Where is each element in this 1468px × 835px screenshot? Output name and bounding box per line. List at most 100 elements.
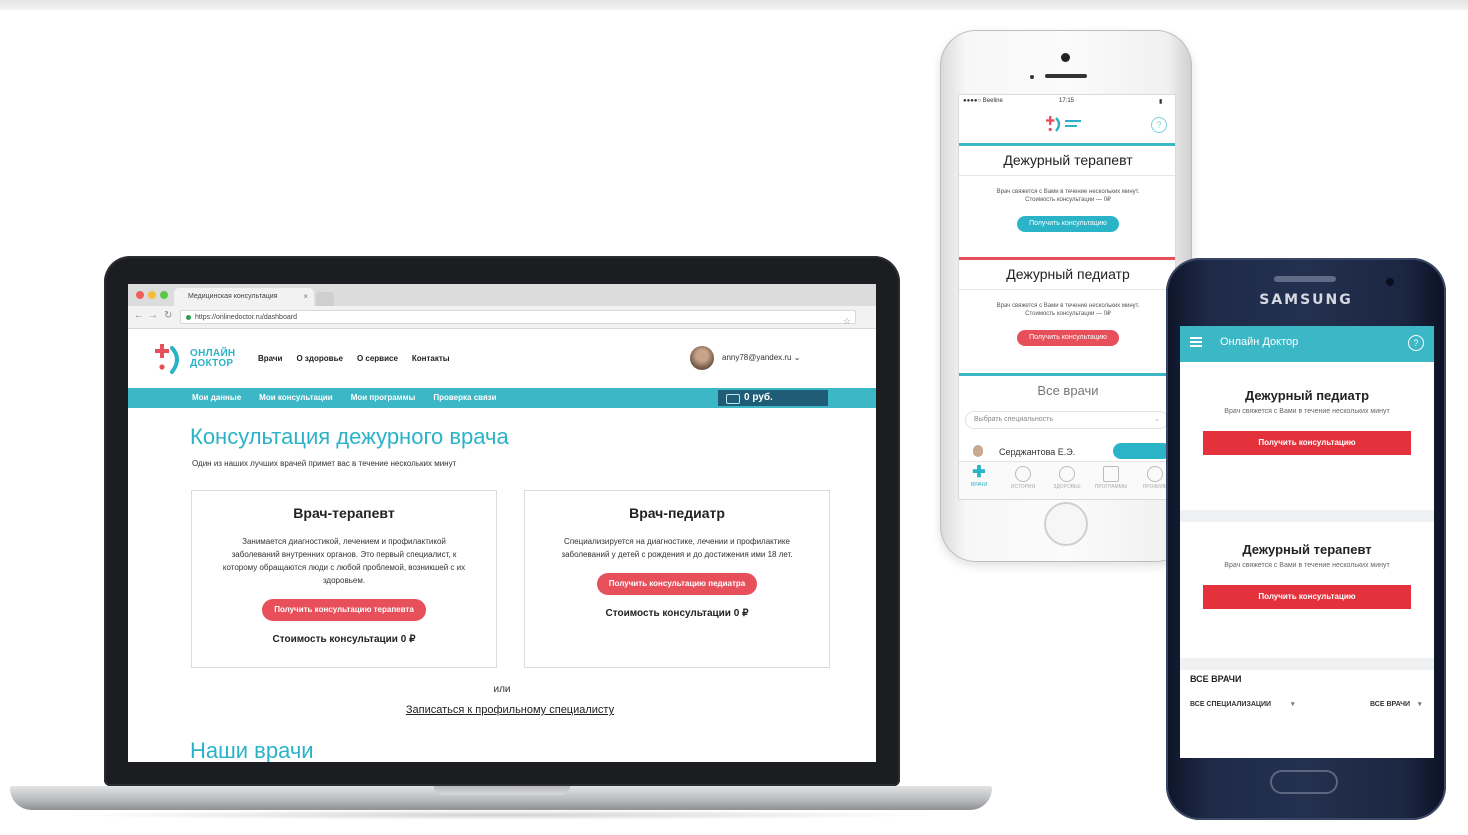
samsung-screen: Онлайн Доктор ? Дежурный педиатр Врач св… (1180, 326, 1434, 758)
earpiece-speaker (1274, 276, 1336, 282)
logo-cross-icon[interactable] (154, 342, 186, 376)
front-camera (1061, 53, 1070, 62)
user-email: anny78@yandex.ru (722, 353, 792, 362)
secure-lock-icon (186, 315, 191, 320)
divider (1180, 510, 1434, 522)
app-logo-icon (1046, 116, 1081, 132)
subnav-my-programs[interactable]: Мои программы (351, 393, 416, 402)
home-button[interactable] (1270, 770, 1338, 794)
card-title: Дежурный терапевт (1242, 542, 1372, 557)
specialty-filter[interactable]: ВСЕ СПЕЦИАЛИЗАЦИИ ▾ (1190, 700, 1295, 708)
main-nav: Врачи О здоровье О сервисе Контакты (258, 354, 450, 363)
subnav-my-consultations[interactable]: Мои консультации (259, 393, 333, 402)
bookmark-star-icon[interactable]: ☆ (843, 314, 851, 328)
tab-doctors[interactable]: ✚ ВРАЧИ (959, 464, 999, 489)
logo-text[interactable]: ОНЛАЙН ДОКТОР (190, 349, 235, 369)
user-menu[interactable]: anny78@yandex.ru ⌄ (722, 353, 800, 362)
page-subtitle: Один из наших лучших врачей примет вас в… (192, 459, 457, 468)
samsung-therapist-card: Дежурный терапевт Врач свяжется с Вами в… (1180, 524, 1434, 654)
doctor-avatar (973, 445, 983, 457)
doctors-filter[interactable]: ВСЕ ВРАЧИ ▾ (1370, 700, 1422, 708)
card-price: Стоимость консультации 0 ₽ (272, 634, 416, 645)
get-therapist-consultation-button[interactable]: Получить консультацию терапевта (262, 599, 426, 621)
help-icon[interactable]: ? (1408, 335, 1424, 351)
earpiece-speaker (1045, 74, 1087, 78)
account-subnav: Мои данные Мои консультации Мои программ… (128, 388, 876, 408)
subnav-my-data[interactable]: Мои данные (192, 393, 241, 402)
chevron-down-icon: ⌄ (1154, 416, 1160, 423)
tab-label: ПРОГРАММЫ (1094, 484, 1128, 490)
tab-label: ВРАЧИ (970, 482, 988, 488)
iphone-pediatrician-button[interactable]: Получить консультацию (1017, 330, 1119, 346)
doctor-name: Серджантова Е.Э. (999, 447, 1076, 457)
site-header: ОНЛАЙН ДОКТОР Врачи О здоровье О сервисе… (128, 328, 876, 388)
iphone-therapist-button[interactable]: Получить консультацию (1017, 216, 1119, 232)
iphone-screen: ●●●●○ Beeline 17:15 ▮ ? Дежурный терапев… (958, 94, 1176, 500)
avatar[interactable] (690, 346, 714, 370)
divider (1180, 658, 1434, 670)
balance-value: 0 руб. (744, 392, 773, 403)
battery-icon: ▮ (1159, 99, 1163, 105)
iphone-therapist-section: Дежурный терапевт Врач свяжется с Вами в… (959, 143, 1175, 253)
page-title: Консультация дежурного врача (190, 424, 509, 449)
tab-label: ИСТОРИЯ (1010, 484, 1036, 490)
home-button[interactable] (1044, 502, 1088, 546)
nav-contacts[interactable]: Контакты (412, 354, 450, 363)
help-icon[interactable]: ? (1151, 117, 1167, 133)
dropdown-caret-icon: ▾ (1418, 701, 1422, 708)
specialty-select[interactable]: Выбрать специальность ⌄ (965, 411, 1169, 429)
all-doctors-heading: Все врачи (959, 373, 1175, 407)
section-description: Врач свяжется с Вами в течение нескольки… (996, 303, 1140, 317)
front-camera (1386, 278, 1394, 286)
samsung-therapist-button[interactable]: Получить консультацию (1203, 585, 1411, 609)
get-pediatrician-consultation-button[interactable]: Получить консультацию педиатра (596, 573, 758, 595)
reload-icon[interactable]: ↻ (164, 310, 172, 321)
forward-arrow-icon[interactable]: → (148, 310, 158, 321)
browser-toolbar: ← → ↻ https://onlinedoctor.ru/dashboard … (128, 306, 876, 329)
laptop-screen: Медицинская консультация × ← → ↻ https:/… (128, 284, 876, 762)
chevron-down-icon: ⌄ (793, 353, 801, 362)
cross-icon: ✚ (972, 464, 986, 481)
maximize-window-dot[interactable] (160, 291, 168, 299)
card-title: Врач-педиатр (629, 505, 725, 521)
nav-about[interactable]: О сервисе (357, 354, 398, 363)
all-doctors-heading: ВСЕ ВРАЧИ (1190, 674, 1242, 684)
address-url: https://onlinedoctor.ru/dashboard (195, 314, 297, 321)
laptop-shadow (60, 810, 940, 820)
minimize-window-dot[interactable] (148, 291, 156, 299)
brand-logo: SAMSUNG (1259, 292, 1353, 308)
tab-label: ЗДОРОВЬЕ (1053, 484, 1081, 490)
tab-label: ПРОФИЛЬ (1142, 484, 1168, 490)
samsung-pediatrician-card: Дежурный педиатр Врач свяжется с Вами в … (1180, 370, 1434, 500)
new-tab-button[interactable] (316, 292, 334, 306)
close-window-dot[interactable] (136, 291, 144, 299)
samsung-pediatrician-button[interactable]: Получить консультацию (1203, 431, 1411, 455)
tab-close-icon[interactable]: × (303, 288, 308, 306)
doctor-action-button[interactable] (1113, 443, 1171, 459)
tab-history[interactable]: ИСТОРИЯ (1003, 466, 1043, 490)
book-specialist-link[interactable]: Записаться к профильному специалисту (128, 704, 876, 716)
nav-doctors[interactable]: Врачи (258, 354, 282, 363)
browser-tab[interactable]: Медицинская консультация × (174, 288, 314, 306)
tab-programs[interactable]: ПРОГРАММЫ (1091, 466, 1131, 490)
subnav-connection-check[interactable]: Проверка связи (433, 393, 496, 402)
address-bar[interactable]: https://onlinedoctor.ru/dashboard ☆ (180, 310, 856, 326)
carrier-label: ●●●●○ Beeline (963, 98, 1003, 104)
proximity-sensor (1030, 75, 1034, 79)
heart-icon (1059, 466, 1075, 482)
logo-line-2: ДОКТОР (190, 358, 234, 369)
nav-health[interactable]: О здоровье (296, 354, 342, 363)
wallet-icon (726, 394, 740, 404)
status-bar: ●●●●○ Beeline 17:15 ▮ (959, 95, 1175, 109)
therapist-card: Врач-терапевт Занимается диагностикой, л… (191, 490, 497, 668)
profile-icon (1147, 466, 1163, 482)
doctors-filter-label: ВСЕ ВРАЧИ (1370, 701, 1411, 708)
card-description: Специализируется на диагностике, лечении… (561, 537, 793, 559)
top-band (0, 0, 1468, 10)
browser-tab-title: Медицинская консультация (188, 293, 278, 300)
back-arrow-icon[interactable]: ← (134, 310, 144, 321)
hamburger-menu-icon[interactable] (1190, 337, 1202, 347)
balance-widget[interactable]: 0 руб. (718, 390, 828, 406)
card-description: Занимается диагностикой, лечением и проф… (222, 537, 466, 585)
tab-health[interactable]: ЗДОРОВЬЕ (1047, 466, 1087, 490)
